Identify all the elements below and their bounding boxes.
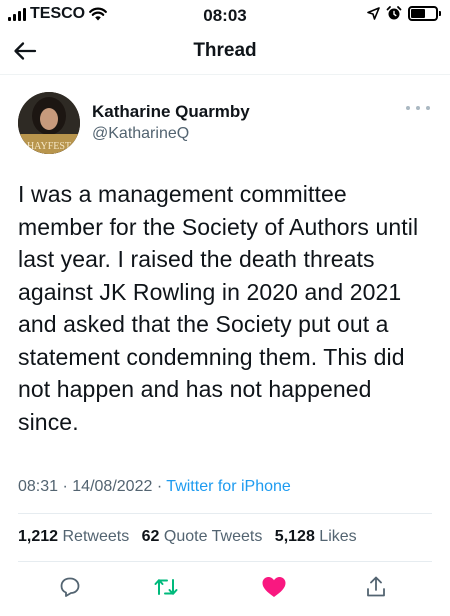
tweet-author: HAYFEST Katharine Quarmby @KatharineQ [18,90,432,154]
avatar-image: HAYFEST [18,92,80,154]
tweet-stats: 1,212 Retweets 62 Quote Tweets 5,128 Lik… [18,528,365,546]
reply-icon [60,577,80,597]
meta-separator: · [156,478,163,495]
alarm-icon [386,6,402,20]
quote-tweets-stat[interactable]: 62 Quote Tweets [142,528,263,545]
tweet-text: I was a management committee member for … [18,181,419,435]
tweet-source-link[interactable]: Twitter for iPhone [166,478,291,495]
tweet-time: 08:31 [18,478,59,495]
likes-label: Likes [319,528,357,545]
battery-icon [408,5,441,21]
status-bar: TESCO 08:03 [0,0,450,30]
likes-count: 5,128 [274,528,315,545]
tweet-date: 14/08/2022 [72,478,153,495]
retweets-count: 1,212 [18,528,59,545]
retweet-icon [154,579,178,595]
tweet-meta: 08:31 · 14/08/2022 · Twitter for iPhone [18,478,291,496]
nav-bar: Thread [0,30,450,74]
more-options-button[interactable] [406,102,430,114]
retweets-stat[interactable]: 1,212 Retweets [18,528,129,545]
reply-button[interactable] [54,571,86,603]
retweets-label: Retweets [62,528,130,545]
meta-separator: · [62,478,68,495]
heart-icon [262,577,286,597]
share-icon [367,576,385,597]
more-dots-icon [406,106,410,110]
tweet-actions [0,571,450,603]
avatar-caption: HAYFEST [27,141,71,152]
divider [18,513,432,514]
page-title: Thread [193,40,257,61]
quotes-count: 62 [141,528,160,545]
avatar[interactable]: HAYFEST [18,92,80,154]
like-button[interactable] [258,571,290,603]
location-arrow-icon [367,6,380,20]
author-name[interactable]: Katharine Quarmby [92,102,250,122]
divider [18,561,432,562]
share-button[interactable] [360,571,392,603]
nav-divider [0,74,450,75]
status-right [367,5,441,21]
retweet-button[interactable] [150,571,182,603]
likes-stat[interactable]: 5,128 Likes [275,528,357,545]
author-handle[interactable]: @KatharineQ [92,125,189,143]
quotes-label: Quote Tweets [163,528,263,545]
